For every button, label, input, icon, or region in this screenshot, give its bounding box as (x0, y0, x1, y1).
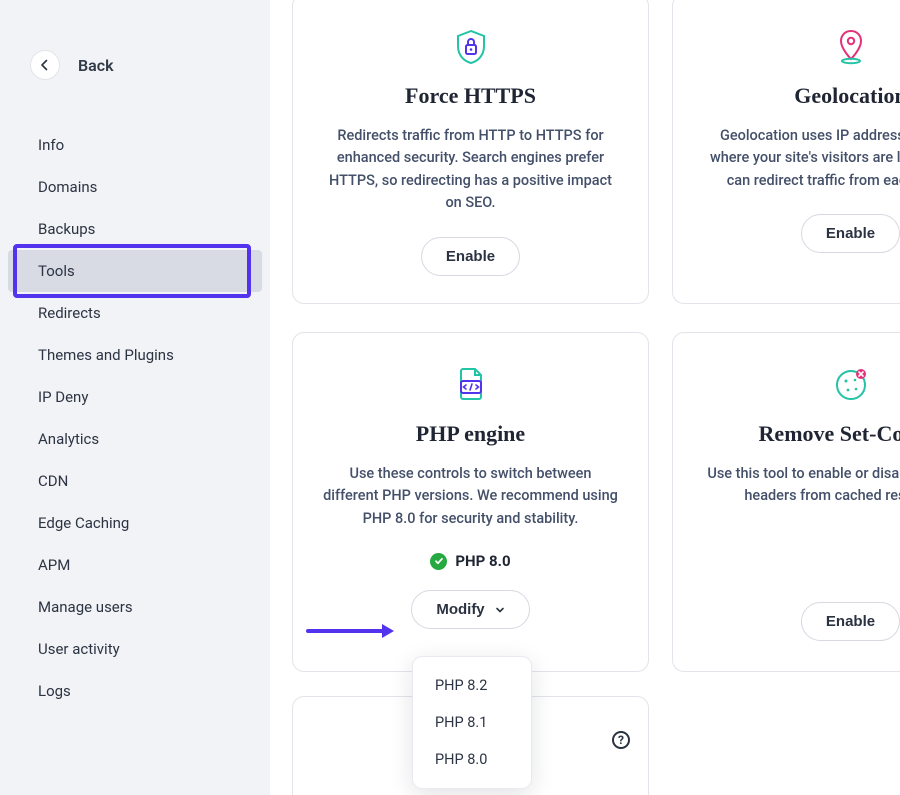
dropdown-item-php81[interactable]: PHP 8.1 (413, 704, 531, 741)
php-version-label: PHP 8.0 (455, 552, 510, 570)
sidebar-item-domains[interactable]: Domains (0, 166, 270, 208)
dropdown-item-php80[interactable]: PHP 8.0 (413, 741, 531, 778)
php-version-menu: PHP 8.2 PHP 8.1 PHP 8.0 (412, 656, 532, 789)
help-icon[interactable]: ? (612, 731, 630, 749)
sidebar-item-edge-caching[interactable]: Edge Caching (0, 502, 270, 544)
back-button[interactable] (30, 50, 60, 80)
sidebar-item-redirects[interactable]: Redirects (0, 292, 270, 334)
sidebar-item-logs[interactable]: Logs (0, 670, 270, 712)
arrow-left-icon (39, 59, 51, 71)
card-title: PHP engine (321, 421, 620, 447)
chevron-down-icon (495, 605, 505, 615)
sidebar-item-ip-deny[interactable]: IP Deny (0, 376, 270, 418)
sidebar-item-user-activity[interactable]: User activity (0, 628, 270, 670)
card-title: Geolocation (701, 83, 900, 109)
back-label: Back (78, 56, 114, 75)
sidebar-item-cdn[interactable]: CDN (0, 460, 270, 502)
check-icon (430, 553, 447, 570)
geolocation-pin-icon (701, 27, 900, 67)
content-area: Force HTTPS Redirects traffic from HTTP … (290, 0, 900, 795)
lock-shield-icon (321, 27, 620, 67)
enable-button[interactable]: Enable (421, 237, 520, 276)
card-force-https: Force HTTPS Redirects traffic from HTTP … (292, 0, 649, 304)
card-desc: Redirects traffic from HTTP to HTTPS for… (321, 125, 620, 215)
cookie-icon (701, 365, 900, 405)
sidebar-item-analytics[interactable]: Analytics (0, 418, 270, 460)
sidebar-item-backups[interactable]: Backups (0, 208, 270, 250)
sidebar-item-themes-plugins[interactable]: Themes and Plugins (0, 334, 270, 376)
dropdown-item-php82[interactable]: PHP 8.2 (413, 667, 531, 704)
card-remove-set-cookie: Remove Set-Cookie Use this tool to enabl… (672, 332, 900, 672)
card-desc: Geolocation uses IP addresses to detect … (701, 125, 900, 192)
back-row: Back (0, 50, 270, 80)
modify-button[interactable]: Modify (411, 590, 529, 629)
sidebar-item-info[interactable]: Info (0, 124, 270, 166)
sidebar-item-apm[interactable]: APM (0, 544, 270, 586)
sidebar: Back Info Domains Backups Tools Redirect… (0, 0, 270, 795)
card-desc: Use these controls to switch between dif… (321, 463, 620, 530)
card-desc: Use this tool to enable or disable Set-C… (701, 463, 900, 508)
card-php-engine: PHP engine Use these controls to switch … (292, 332, 649, 672)
modify-label: Modify (436, 601, 484, 618)
enable-button[interactable]: Enable (801, 602, 900, 641)
card-geolocation: Geolocation Geolocation uses IP addresse… (672, 0, 900, 304)
php-status: PHP 8.0 (321, 552, 620, 570)
annotation-arrow-to-modify (306, 624, 394, 638)
card-title: Force HTTPS (321, 83, 620, 109)
sidebar-item-manage-users[interactable]: Manage users (0, 586, 270, 628)
php-file-icon (321, 365, 620, 405)
card-title: Remove Set-Cookie (701, 421, 900, 447)
sidebar-item-tools[interactable]: Tools (8, 250, 262, 292)
nav-list: Info Domains Backups Tools Redirects The… (0, 124, 270, 712)
enable-button[interactable]: Enable (801, 214, 900, 253)
